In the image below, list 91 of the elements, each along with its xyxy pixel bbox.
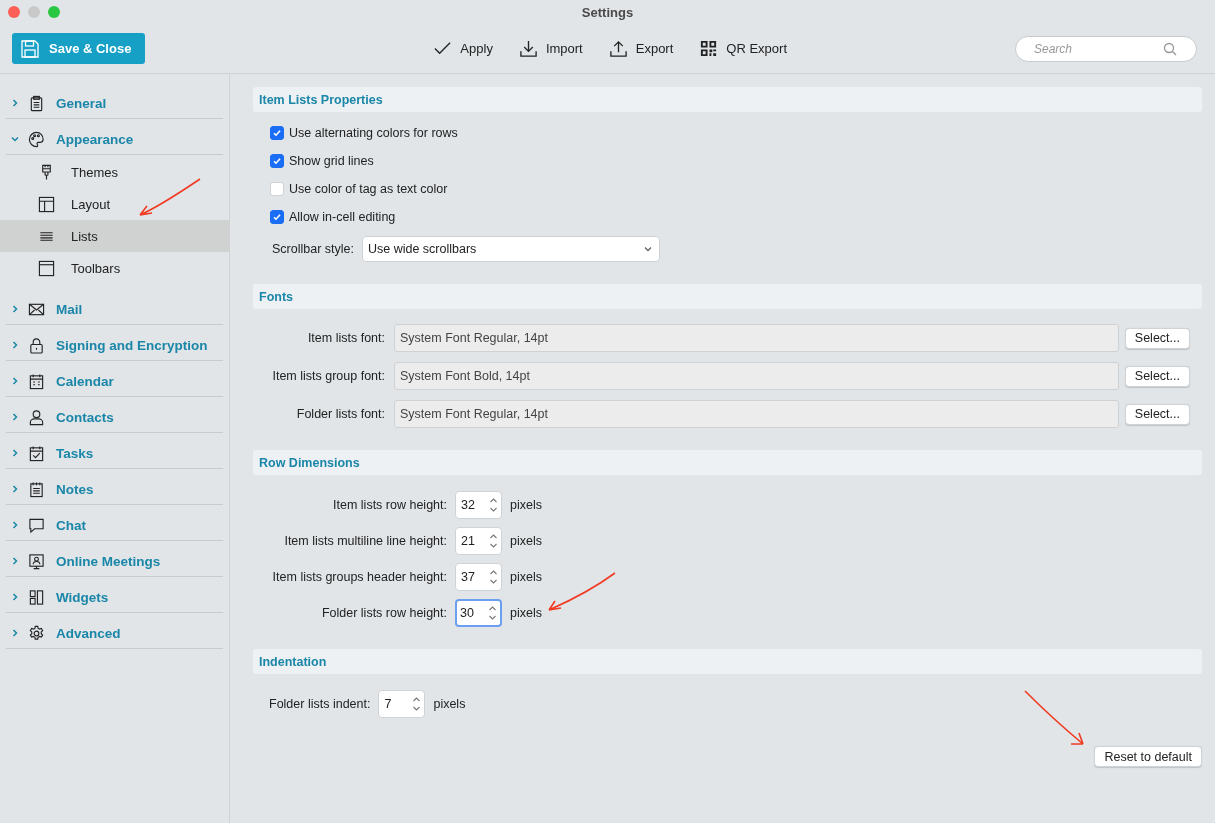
select-button[interactable]: Select...	[1124, 403, 1190, 425]
close-window-button[interactable]	[8, 6, 20, 18]
number-stepper[interactable]: 37	[455, 563, 502, 591]
font-field: System Font Regular, 14pt	[394, 324, 1119, 352]
chevron-right-icon	[10, 628, 20, 638]
stepper-arrows-icon[interactable]	[488, 604, 497, 622]
sidebar-subitem[interactable]: Toolbars	[0, 252, 229, 284]
annotation-arrow	[1023, 689, 1087, 747]
monitor-person-icon	[28, 552, 45, 570]
search-field[interactable]: Search	[1015, 35, 1197, 62]
chevron-right-icon	[10, 412, 20, 422]
chevron-right-icon	[10, 304, 20, 314]
notepad-icon	[28, 480, 45, 498]
chevron-down-icon	[10, 134, 20, 144]
section-header: Row Dimensions	[253, 450, 1202, 475]
checklist-icon	[28, 444, 45, 462]
field-label: Item lists group font:	[271, 369, 385, 383]
reset-to-default-button[interactable]: Reset to default	[1094, 746, 1202, 767]
field-label: Folder lists indent:	[269, 697, 371, 711]
select-button[interactable]: Select...	[1124, 365, 1190, 387]
settings-icon	[28, 624, 45, 642]
checkbox-label: Use alternating colors for rows	[289, 126, 458, 140]
checkbox-label: Allow in-cell editing	[289, 210, 396, 224]
window-title: Settings	[581, 4, 634, 20]
lock-icon	[28, 336, 45, 354]
person-icon	[28, 408, 45, 426]
clipboard-icon	[28, 94, 45, 112]
stepper-arrows-icon[interactable]	[489, 496, 498, 514]
calendar-icon	[28, 372, 45, 390]
speech-bubble-icon	[28, 516, 45, 534]
palette-icon	[28, 130, 45, 148]
chevron-right-icon	[10, 592, 20, 602]
annotation-arrow	[546, 571, 618, 613]
layout-icon	[38, 195, 55, 213]
dropdown[interactable]: Use wide scrollbars	[362, 236, 660, 262]
window-icon	[38, 259, 55, 277]
chevron-right-icon	[10, 484, 20, 494]
sidebar-subitem[interactable]: Themes	[0, 156, 229, 188]
stepper-arrows-icon[interactable]	[412, 695, 422, 713]
sidebar-subitem[interactable]: Layout	[0, 188, 229, 220]
field-label: Folder lists row height:	[320, 606, 447, 620]
number-stepper[interactable]: 7	[378, 690, 426, 718]
toolbar-button[interactable]: Apply	[433, 39, 493, 58]
section-header: Fonts	[253, 284, 1202, 309]
toolbar-button[interactable]: Export	[608, 39, 674, 58]
section-header: Item Lists Properties	[253, 87, 1202, 112]
sidebar-subitem[interactable]: Lists	[0, 220, 229, 252]
chevron-right-icon	[10, 556, 20, 566]
font-field: System Font Regular, 14pt	[394, 400, 1119, 428]
checkbox-label: Use color of tag as text color	[289, 182, 448, 196]
number-stepper[interactable]: 21	[455, 527, 502, 555]
chevron-down-icon	[643, 244, 653, 254]
toolbar-button[interactable]: QR Export	[699, 39, 787, 58]
unit-label: pixels	[510, 606, 542, 620]
chevron-right-icon	[10, 340, 20, 350]
unit-label: pixels	[510, 498, 542, 512]
unit-label: pixels	[510, 534, 542, 548]
field-label: Item lists multiline line height:	[283, 534, 447, 548]
field-label: Folder lists font:	[295, 407, 385, 421]
unit-label: pixels	[433, 697, 466, 711]
select-button[interactable]: Select...	[1124, 327, 1190, 349]
upload-icon	[608, 39, 628, 58]
number-stepper[interactable]: 30	[455, 599, 502, 627]
chevron-right-icon	[10, 98, 20, 108]
chevron-right-icon	[10, 376, 20, 386]
qr-code-icon	[699, 39, 719, 58]
toolbar-button[interactable]: Import	[518, 39, 583, 58]
chevron-right-icon	[10, 448, 20, 458]
field-label: Item lists font:	[306, 331, 385, 345]
zoom-window-button[interactable]	[48, 6, 60, 18]
section-header: Indentation	[253, 649, 1202, 674]
checkbox[interactable]	[270, 154, 284, 168]
widgets-icon	[28, 588, 45, 606]
chevron-right-icon	[10, 520, 20, 530]
unit-label: pixels	[510, 570, 542, 584]
checkbox-label: Show grid lines	[289, 154, 374, 168]
stepper-arrows-icon[interactable]	[489, 568, 498, 586]
download-icon	[518, 39, 538, 58]
checkbox[interactable]	[270, 210, 284, 224]
checkmark-icon	[272, 212, 282, 222]
field-label: Scrollbar style:	[272, 242, 354, 256]
font-field: System Font Bold, 14pt	[394, 362, 1119, 390]
number-stepper[interactable]: 32	[455, 491, 502, 519]
stepper-arrows-icon[interactable]	[489, 532, 498, 550]
search-icon	[1163, 41, 1177, 56]
annotation-arrow	[137, 177, 203, 219]
checkbox[interactable]	[270, 126, 284, 140]
field-label: Item lists groups header height:	[271, 570, 447, 584]
checkmark-icon	[272, 128, 282, 138]
checkmark-icon	[272, 156, 282, 166]
field-label: Item lists row height:	[332, 498, 447, 512]
